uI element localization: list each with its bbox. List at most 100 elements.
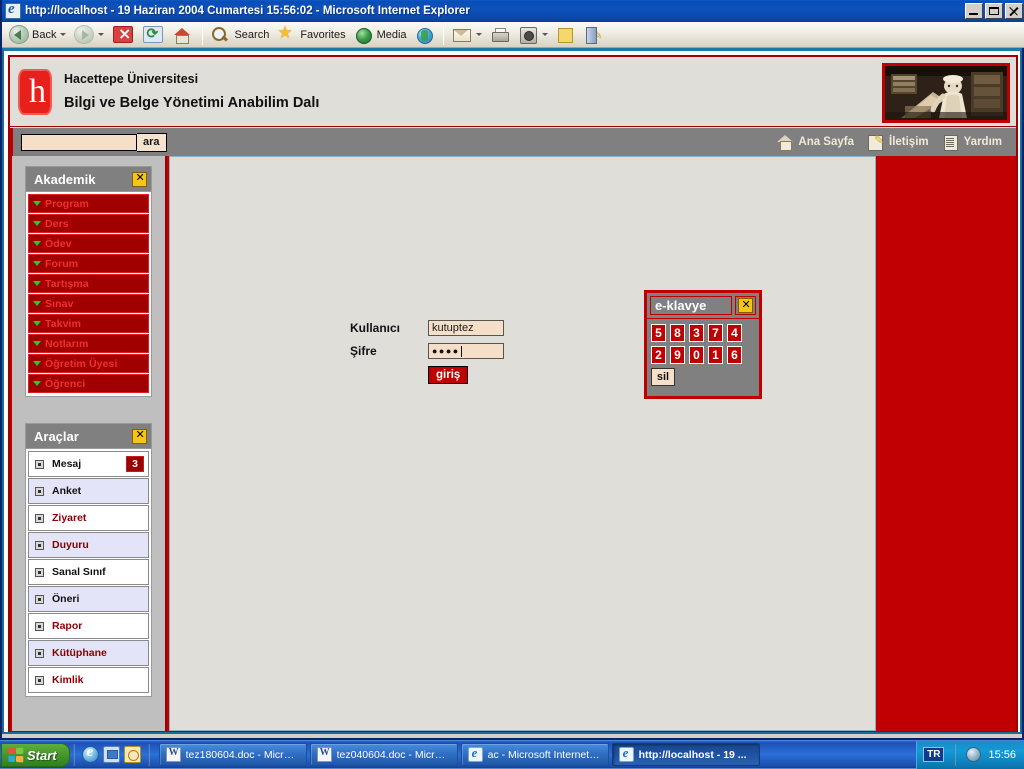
media-button[interactable]: Media <box>351 24 410 46</box>
task-button-tez040604[interactable]: tez040604.doc - Microso... <box>309 743 458 766</box>
key-8[interactable]: 8 <box>670 324 685 342</box>
search-submit-button[interactable]: ara <box>137 132 167 152</box>
sidebar-item-ogrenci[interactable]: Öğrenci <box>28 374 149 393</box>
close-icon[interactable] <box>132 171 147 187</box>
username-label: Kullanıcı <box>350 321 401 335</box>
sidebar-item-mesaj[interactable]: Mesaj 3 <box>28 451 149 477</box>
sidebar-item-takvim[interactable]: Takvim <box>28 314 149 333</box>
contact-form-icon <box>868 133 884 151</box>
key-6[interactable]: 6 <box>727 346 742 364</box>
home-icon <box>173 27 193 44</box>
sidebar-item-notlarim[interactable]: Notlarım <box>28 334 149 353</box>
close-icon[interactable] <box>738 298 753 313</box>
sidebar-item-label: Takvim <box>45 317 82 330</box>
sidebar-item-tartisma[interactable]: Tartışma <box>28 274 149 293</box>
search-input[interactable] <box>21 133 137 151</box>
clock[interactable]: 15:56 <box>988 749 1016 761</box>
chevron-down-icon[interactable] <box>475 33 482 36</box>
key-9[interactable]: 9 <box>670 346 685 364</box>
task-label: tez040604.doc - Microso... <box>336 748 451 761</box>
nav-link-ana-sayfa[interactable]: Ana Sayfa <box>777 134 854 151</box>
sidebar-item-rapor[interactable]: Rapor <box>28 613 149 639</box>
e-keyboard-panel: e-klavye 5 8 3 7 4 <box>644 290 762 399</box>
search-button[interactable]: Search <box>208 24 272 46</box>
key-7[interactable]: 7 <box>708 324 723 342</box>
ie-icon <box>618 745 634 762</box>
close-icon[interactable] <box>132 428 147 444</box>
key-0[interactable]: 0 <box>689 346 704 364</box>
close-button[interactable] <box>1005 3 1023 19</box>
key-5[interactable]: 5 <box>651 324 666 342</box>
search-icon <box>211 26 231 44</box>
print-button[interactable] <box>487 24 513 46</box>
chevron-down-icon[interactable] <box>98 33 105 36</box>
header-titles: Hacettepe Üniversitesi Bilgi ve Belge Yö… <box>64 72 319 111</box>
sidebar-item-anket[interactable]: Anket <box>28 478 149 504</box>
sidebar: Akademik Program Ders <box>12 156 167 731</box>
ie-icon[interactable] <box>81 744 99 763</box>
minimize-button[interactable] <box>965 3 983 19</box>
stop-button[interactable] <box>109 24 137 46</box>
maximize-button[interactable] <box>985 3 1003 19</box>
nav-link-iletisim[interactable]: İletişim <box>868 133 929 151</box>
key-4[interactable]: 4 <box>727 324 742 342</box>
password-row: Şifre ●●●● <box>350 343 504 359</box>
sidebar-item-ders[interactable]: Ders <box>28 214 149 233</box>
task-button-localhost[interactable]: http://localhost - 19 ... <box>611 743 760 766</box>
task-button-ac-ie[interactable]: ac - Microsoft Internet E... <box>460 743 609 766</box>
language-indicator[interactable]: TR <box>923 747 945 762</box>
university-name: Hacettepe Üniversitesi <box>64 72 199 86</box>
site-navbar: ara Ana Sayfa İletişim Yardım <box>10 128 1016 156</box>
nav-links: Ana Sayfa İletişim Yardım <box>777 133 1002 151</box>
forward-button[interactable] <box>71 24 107 46</box>
sidebar-item-program[interactable]: Program <box>28 194 149 213</box>
araclar-panel-body: Mesaj 3 Anket Ziyaret Duyuru Sanal Sınıf… <box>25 449 152 697</box>
page-viewport: Hacettepe Üniversitesi Bilgi ve Belge Yö… <box>2 48 1022 734</box>
sidebar-item-kimlik[interactable]: Kimlik <box>28 667 149 693</box>
key-2[interactable]: 2 <box>651 346 666 364</box>
messenger-button[interactable] <box>412 24 438 46</box>
keyboard-row-2: 2 9 0 1 6 <box>651 346 755 364</box>
key-3[interactable]: 3 <box>689 324 704 342</box>
nav-link-yardim[interactable]: Yardım <box>943 134 1002 151</box>
favorites-star-icon <box>277 23 297 44</box>
window-controls <box>965 3 1023 19</box>
medieval-scribe-engraving <box>882 63 1010 123</box>
sidebar-item-sanal-sinif[interactable]: Sanal Sınıf <box>28 559 149 585</box>
word-icon <box>165 747 181 762</box>
sidebar-item-ziyaret[interactable]: Ziyaret <box>28 505 149 531</box>
mail-button[interactable] <box>449 24 485 46</box>
show-desktop-icon[interactable] <box>102 746 120 763</box>
password-input[interactable]: ●●●● <box>428 343 504 359</box>
sidebar-item-sinav[interactable]: Sınav <box>28 294 149 313</box>
delete-key[interactable]: sil <box>651 368 675 386</box>
refresh-button[interactable] <box>139 24 167 46</box>
sidebar-item-forum[interactable]: Forum <box>28 254 149 273</box>
start-label: Start <box>27 747 57 763</box>
sidebar-item-oneri[interactable]: Öneri <box>28 586 149 612</box>
browser-toolbar: Back Search Favorites Media <box>2 22 1024 48</box>
browser-window: http://localhost - 19 Haziran 2004 Cumar… <box>0 0 1024 740</box>
sidebar-item-label: Sanal Sınıf <box>52 566 106 578</box>
discuss-button[interactable] <box>581 24 607 46</box>
home-button[interactable] <box>169 24 197 46</box>
sidebar-item-duyuru[interactable]: Duyuru <box>28 532 149 558</box>
favorites-button[interactable]: Favorites <box>274 23 348 46</box>
print-icon <box>490 27 510 43</box>
edit-button[interactable] <box>553 24 579 46</box>
chevron-down-icon[interactable] <box>541 33 548 36</box>
history-button[interactable] <box>515 24 551 46</box>
username-input[interactable] <box>428 320 504 336</box>
chevron-down-icon[interactable] <box>60 33 67 36</box>
back-button[interactable]: Back <box>6 24 69 46</box>
sidebar-item-kutuphane[interactable]: Kütüphane <box>28 640 149 666</box>
start-button[interactable]: Start <box>1 743 70 767</box>
sidebar-item-odev[interactable]: Ödev <box>28 234 149 253</box>
volume-icon[interactable] <box>966 747 982 762</box>
triangle-down-icon <box>33 381 41 386</box>
key-1[interactable]: 1 <box>708 346 723 364</box>
task-button-tez180604[interactable]: tez180604.doc - Microso... <box>158 743 307 766</box>
sidebar-item-ogretim-uyesi[interactable]: Öğretim Üyesi <box>28 354 149 373</box>
login-submit-button[interactable]: giriş <box>428 366 469 384</box>
media-player-icon[interactable] <box>123 746 141 763</box>
